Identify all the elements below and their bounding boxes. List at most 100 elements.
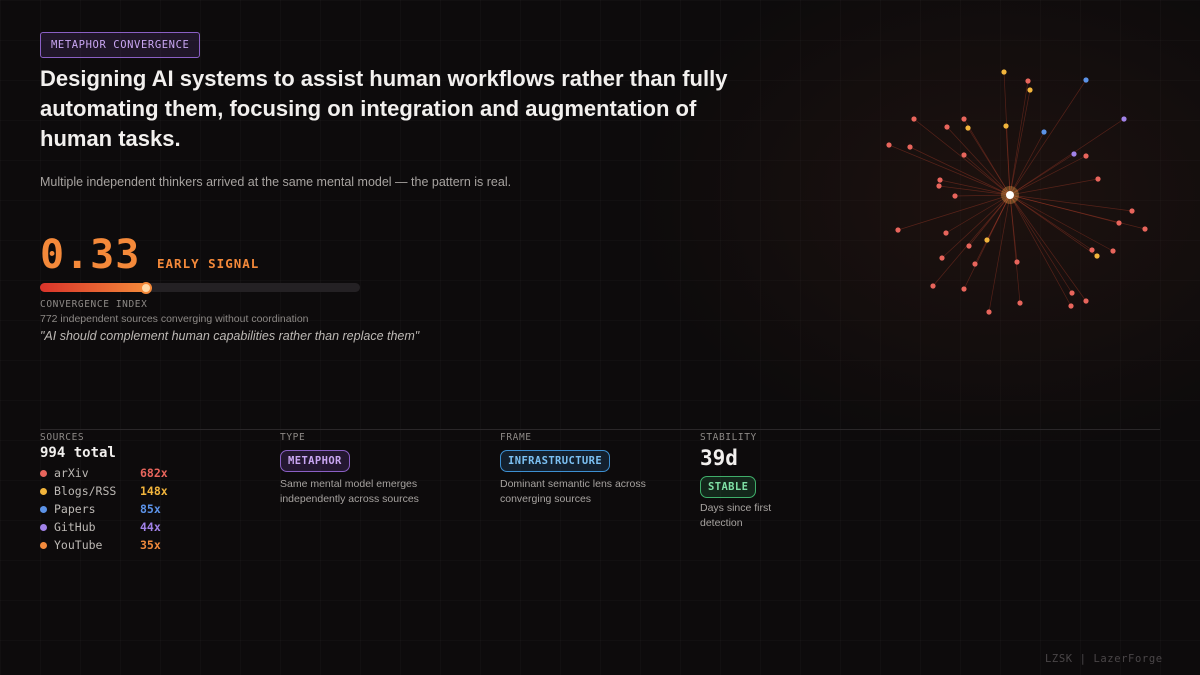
source-name: Blogs/RSS bbox=[54, 484, 117, 498]
source-count: 682x bbox=[140, 466, 168, 480]
convergence-bar-fill bbox=[40, 283, 146, 292]
convergence-bar-knob bbox=[139, 281, 152, 294]
footer-credit: LZSK | LazerForge bbox=[1045, 653, 1163, 665]
network-node bbox=[1089, 247, 1095, 253]
network-node bbox=[936, 183, 942, 189]
network-node bbox=[1083, 153, 1089, 159]
source-count: 148x bbox=[140, 484, 168, 498]
type-label: TYPE bbox=[280, 432, 306, 443]
network-node bbox=[1129, 208, 1135, 214]
source-dot-icon bbox=[40, 488, 47, 495]
frame-badge: INFRASTRUCTURE bbox=[500, 450, 611, 472]
network-link bbox=[1009, 194, 1146, 230]
source-row-github: GitHub 44x bbox=[40, 519, 240, 537]
network-node bbox=[1041, 129, 1047, 135]
network-center-node bbox=[1006, 191, 1014, 199]
network-link bbox=[946, 126, 1011, 196]
convergence-bar bbox=[40, 281, 360, 294]
stability-description: Days since first detection bbox=[700, 502, 772, 529]
source-count: 35x bbox=[140, 538, 161, 552]
network-link bbox=[1009, 155, 1087, 196]
network-link bbox=[1009, 194, 1133, 212]
network-link bbox=[897, 194, 1011, 231]
network-node bbox=[984, 237, 990, 243]
network-link bbox=[1009, 194, 1021, 304]
network-link bbox=[1009, 79, 1087, 196]
network-node bbox=[1027, 87, 1033, 93]
stability-badge: STABLE bbox=[700, 476, 757, 498]
network-link bbox=[963, 154, 1011, 196]
network-node bbox=[1116, 220, 1122, 226]
network-node bbox=[961, 152, 967, 158]
stability-value: 39d bbox=[700, 446, 738, 470]
network-node bbox=[1003, 123, 1009, 129]
network-link bbox=[1009, 178, 1099, 196]
network-node bbox=[966, 243, 972, 249]
sources-label: SOURCES bbox=[40, 432, 85, 443]
source-row-youtube: YouTube 35x bbox=[40, 537, 240, 555]
network-node bbox=[986, 309, 992, 315]
headline: Designing AI systems to assist human wor… bbox=[40, 66, 728, 151]
sources-list: arXiv 682x Blogs/RSS 148x Papers 85x Git… bbox=[40, 465, 240, 555]
source-name: arXiv bbox=[54, 466, 89, 480]
network-node bbox=[1025, 78, 1031, 84]
network-node bbox=[1083, 77, 1089, 83]
network-link bbox=[988, 194, 1011, 313]
network-node bbox=[1068, 303, 1074, 309]
network-node bbox=[1110, 248, 1116, 254]
convergence-quote: "AI should complement human capabilities… bbox=[40, 329, 420, 343]
network-link bbox=[932, 194, 1011, 287]
network-link bbox=[913, 118, 1011, 196]
signal-label: EARLY SIGNAL bbox=[157, 256, 260, 271]
network-link bbox=[1009, 194, 1087, 302]
network-node bbox=[1017, 300, 1023, 306]
network-node bbox=[911, 116, 917, 122]
network-node bbox=[1121, 116, 1127, 122]
network-node bbox=[943, 230, 949, 236]
network-link bbox=[1009, 194, 1098, 257]
frame-label: FRAME bbox=[500, 432, 532, 443]
convergence-index-label: CONVERGENCE INDEX bbox=[40, 299, 148, 310]
source-count: 85x bbox=[140, 502, 161, 516]
network-link bbox=[941, 194, 1011, 259]
network-node bbox=[1095, 176, 1101, 182]
source-row-blogs: Blogs/RSS 148x bbox=[40, 483, 240, 501]
source-dot-icon bbox=[40, 524, 47, 531]
stability-label: STABILITY bbox=[700, 432, 757, 443]
network-node bbox=[1094, 253, 1100, 259]
network-node bbox=[965, 125, 971, 131]
network-node bbox=[1071, 151, 1077, 157]
network-node bbox=[907, 144, 913, 150]
network-node bbox=[895, 227, 901, 233]
source-row-arxiv: arXiv 682x bbox=[40, 465, 240, 483]
network-node bbox=[961, 286, 967, 292]
network-node bbox=[886, 142, 892, 148]
network-node bbox=[1083, 298, 1089, 304]
source-name: YouTube bbox=[54, 538, 103, 552]
source-count: 44x bbox=[140, 520, 161, 534]
network-link bbox=[1005, 125, 1011, 196]
network-node bbox=[1069, 290, 1075, 296]
network-node bbox=[930, 283, 936, 289]
source-name: GitHub bbox=[54, 520, 96, 534]
category-tag: METAPHOR CONVERGENCE bbox=[40, 32, 201, 58]
section-divider bbox=[40, 429, 1160, 430]
network-node bbox=[972, 261, 978, 267]
sources-total: 994 total bbox=[40, 445, 116, 461]
network-node bbox=[961, 116, 967, 122]
source-name: Papers bbox=[54, 502, 96, 516]
frame-description: Dominant semantic lens across converging… bbox=[500, 478, 646, 505]
convergence-network bbox=[886, 69, 1148, 315]
convergence-score: 0.33 bbox=[40, 232, 141, 278]
type-description: Same mental model emerges independently … bbox=[280, 478, 419, 505]
network-node bbox=[937, 177, 943, 183]
network-node bbox=[1014, 259, 1020, 265]
source-dot-icon bbox=[40, 542, 47, 549]
type-badge: METAPHOR bbox=[280, 450, 350, 472]
source-row-papers: Papers 85x bbox=[40, 501, 240, 519]
source-dot-icon bbox=[40, 506, 47, 513]
convergence-description: 772 independent sources converging witho… bbox=[40, 313, 309, 325]
network-link bbox=[1009, 194, 1073, 294]
network-node bbox=[944, 124, 950, 130]
network-node bbox=[1142, 226, 1148, 232]
